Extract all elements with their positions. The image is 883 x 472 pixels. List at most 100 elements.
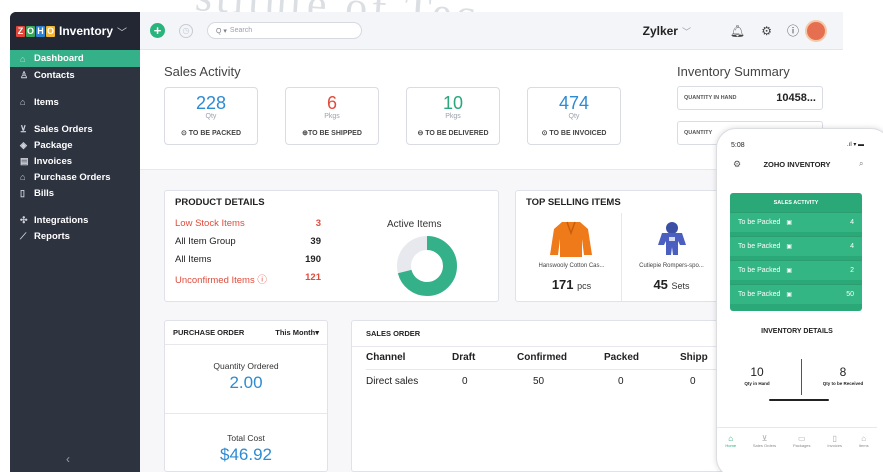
product-detail-row[interactable]: Unconfirmed Items ⓘ 121 [175,272,321,286]
user-icon: ♙ [20,69,29,80]
sidebar-item-package[interactable]: ◈ Package [10,137,140,153]
topbar: + ◷ Q ▾ Search Zylker ﹀ 🔔︎ ⚙ ⓘ [140,12,843,50]
card-value: 228 [195,93,227,113]
sidebar-item-label: Dashboard [34,53,84,64]
product-detail-label: Unconfirmed Items ⓘ [175,275,267,286]
box-icon: ▣ [786,220,793,226]
phone-activity-row[interactable]: To be Packed ▣ 2 [730,260,862,280]
avatar[interactable] [805,20,827,42]
product-detail-label: All Items [175,254,212,265]
search-icon[interactable]: ⌕ [859,159,863,169]
inventory-summary-row: QUANTITY IN HAND 10458... [677,86,823,110]
sales-card-shipped[interactable]: 6 Pkgs ⊕TO BE SHIPPED [285,87,379,145]
brand-name: Inventory [59,24,114,38]
card-value: 10 [442,93,464,113]
sidebar: Z O H O Inventory ﹀ ⌂ Dashboard ♙ Contacts… [10,12,140,472]
tab-sales-orders[interactable]: ⊻ Sales Orders [753,434,776,457]
bell-icon[interactable]: 🔔︎ [730,24,745,38]
sidebar-item-items[interactable]: ⌂ Items [10,94,140,110]
period-value: This Month [275,328,316,337]
cart-icon: ⊻ [20,123,27,134]
quick-create-button[interactable]: + [150,23,165,38]
table-cell: Direct sales [366,375,419,387]
product-detail-value: 3 [315,218,321,229]
logo-letter: O [46,25,55,37]
chevron-down-icon: ﹀ [681,26,691,37]
sidebar-item-reports[interactable]: ⟋ Reports [10,228,140,244]
table-header-row: Channel Draft Confirmed Packed Shipp [366,347,730,370]
active-items-title: Active Items [387,219,442,230]
sidebar-item-contacts[interactable]: ♙ Contacts [10,67,140,83]
top-selling-qty: 171 pcs [522,277,621,292]
inventory-summary-value: 10458... [776,92,816,104]
history-icon[interactable]: ◷ [179,23,193,38]
zoho-logo: Z O H O [16,25,55,37]
brand[interactable]: Z O H O Inventory ﹀ [10,12,140,50]
sidebar-item-bills[interactable]: ▯ Bills [10,185,140,201]
product-detail-row[interactable]: All Items 190 [175,254,321,265]
period-dropdown[interactable]: This Month▾ [275,328,319,337]
phone-row-value: 4 [850,219,854,226]
help-icon[interactable]: ⓘ [787,22,799,39]
phone-row-label: To be Packed [738,291,781,298]
phone-row-label: To be Packed [738,267,781,274]
divider [801,359,802,395]
org-name: Zylker [642,23,678,38]
product-detail-row[interactable]: All Item Group 39 [175,236,321,247]
quantity-ordered-label: Quantity Ordered [213,361,279,371]
phone-activity-row[interactable]: To be Packed ▣ 50 [730,284,862,304]
sidebar-item-label: Bills [34,187,55,199]
sidebar-item-label: Sales Orders [34,123,93,135]
sales-card-packed[interactable]: 228 Qty ⊙ TO BE PACKED [164,87,258,145]
tab-invoices[interactable]: ▯ Invoices [827,434,842,457]
search-input[interactable]: Q ▾ Search [207,22,362,39]
phone-activity-row[interactable]: To be Packed ▣ 4 [730,212,862,232]
card-label: ⊙ TO BE INVOICED [541,130,607,137]
product-detail-row[interactable]: Low Stock Items 3 [175,218,321,229]
product-detail-value: 190 [305,254,321,265]
gear-icon[interactable]: ⚙ [761,24,772,38]
table-cell: 50 [533,375,545,387]
top-selling-item[interactable]: Hanswooly Cotton Cas... 171 pcs [522,213,622,301]
tab-home[interactable]: ⌂ Home [725,434,736,457]
top-selling-qty: 45 Sets [622,277,721,292]
search-icon: Q ▾ [216,27,227,35]
organization-switcher[interactable]: Zylker ﹀ [643,24,691,38]
sidebar-item-label: Integrations [34,214,89,226]
table-row[interactable]: Direct sales 0 50 0 0 [366,369,730,393]
sidebar-item-invoices[interactable]: ▤ Invoices [10,153,140,169]
logo-letter: H [36,25,45,37]
sales-card-invoiced[interactable]: 474 Qty ⊙ TO BE INVOICED [527,87,621,145]
phone-row-value: 4 [850,243,854,250]
phone-sales-activity-title: SALES ACTIVITY [773,200,819,206]
sidebar-item-label: Reports [34,230,70,242]
tab-packages[interactable]: ▭ Packages [793,434,811,457]
top-selling-qty-value: 171 [551,277,574,292]
sidebar-nav: ⌂ Dashboard ♙ Contacts ⌂ Items ⊻ Sales Order… [10,50,140,244]
sidebar-item-dashboard[interactable]: ⌂ Dashboard [10,50,140,67]
top-selling-qty-unit: Sets [671,281,690,291]
card-label-text: TO BE INVOICED [549,130,607,137]
sidebar-item-purchase-orders[interactable]: ⌂ Purchase Orders [10,169,140,185]
total-cost: Total Cost $46.92 [165,433,327,465]
column-header: Confirmed [517,347,604,370]
sales-order-title: SALES ORDER [352,321,751,347]
sidebar-item-label: Package [34,139,73,151]
sidebar-item-integrations[interactable]: ✣ Integrations [10,212,140,228]
phone-sales-activity: SALES ACTIVITY To be Packed ▣ 4 To be Pack… [730,193,862,311]
sidebar-item-label: Items [34,96,59,108]
sales-card-delivered[interactable]: 10 Pkgs ⊖ TO BE DELIVERED [406,87,500,145]
quantity-ordered: Quantity Ordered 2.00 [165,361,327,393]
top-selling-item[interactable]: Cutiepie Rompers-spo... 45 Sets [622,213,722,301]
scroll-indicator [769,399,829,401]
sidebar-item-sales-orders[interactable]: ⊻ Sales Orders [10,121,140,137]
app-root: stitute of Tec Z O H O Inventory ﹀ ⌂Dash… [0,0,883,472]
cart-icon: ⊻ [761,434,768,443]
quantity-ordered-value: 2.00 [229,373,263,392]
mobile-app-mockup: 5:08 .ıl ▾ ▬ ⚙ ZOHO INVENTORY ⌕ SALES AC… [716,128,883,472]
package-icon: ▭ [797,434,806,443]
phone-activity-row[interactable]: To be Packed ▣ 4 [730,236,862,256]
donut-label: 71% [419,262,435,271]
collapse-sidebar-button[interactable]: ‹ [66,452,70,466]
tab-items[interactable]: ⌂ Items [859,434,869,457]
